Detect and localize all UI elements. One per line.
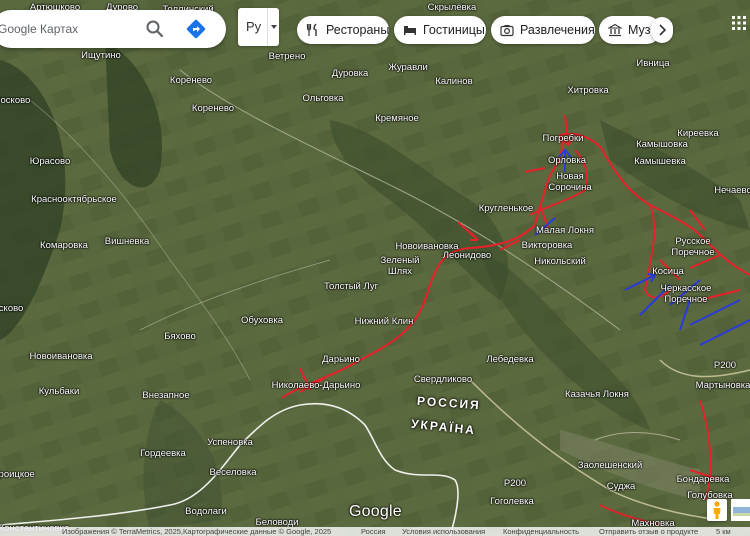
bed-icon	[404, 26, 416, 35]
place-label[interactable]: Сосково	[0, 303, 23, 314]
place-label[interactable]: Викторовка	[522, 240, 573, 251]
place-label[interactable]: Малая Локня	[536, 225, 594, 236]
place-label[interactable]: Водолаги	[185, 506, 227, 517]
fork-knife-icon	[306, 23, 317, 36]
place-label[interactable]: Камышевка	[634, 156, 686, 167]
place-label[interactable]: Погребки	[543, 133, 584, 144]
place-label[interactable]: Веселовка	[210, 467, 257, 478]
place-label[interactable]: Сосково	[0, 95, 30, 106]
pegman-button[interactable]	[707, 499, 727, 521]
place-label[interactable]: Бондаревка	[677, 474, 730, 485]
place-label[interactable]: Дуровка	[332, 68, 369, 79]
place-label[interactable]: Новая Сорочина	[548, 171, 591, 193]
footer-link-feedback[interactable]: Отправить отзыв о продукте	[599, 527, 698, 536]
chips-next-button[interactable]	[651, 17, 673, 43]
chip-entertainment[interactable]: Развлечения	[491, 16, 595, 44]
place-label[interactable]: Кремяное	[375, 113, 419, 124]
search-box[interactable]: Google Картах	[0, 10, 226, 48]
place-label[interactable]: Комаровка	[40, 240, 88, 251]
place-label[interactable]: Ветрено	[269, 51, 306, 62]
camera-icon	[500, 25, 514, 37]
apps-grid-icon[interactable]	[732, 16, 746, 30]
place-label[interactable]: Леонидово	[443, 250, 491, 261]
footer-bar: Изображения © TerraMetrics, 2025,Картогр…	[0, 527, 750, 536]
place-label[interactable]: Краснооктябрьское	[31, 194, 117, 205]
place-label[interactable]: Дарьино	[322, 354, 360, 365]
place-label[interactable]: Новоивановка	[29, 351, 92, 362]
place-label[interactable]: Кульбаки	[39, 386, 80, 397]
place-label[interactable]: Русское Поречное	[671, 236, 714, 258]
chip-label: Гостиницы	[423, 23, 485, 37]
search-icon[interactable]	[145, 19, 165, 39]
place-label[interactable]: Зеленый Шлях	[381, 255, 420, 277]
place-label[interactable]: Лебедевка	[486, 354, 533, 365]
place-label[interactable]: Орловка	[548, 155, 586, 166]
chip-restaurants[interactable]: Рестораны	[297, 16, 389, 44]
place-label[interactable]: Успеновка	[207, 437, 253, 448]
language-label: Ру	[246, 19, 262, 34]
place-label[interactable]: Юрасово	[30, 156, 71, 167]
place-label[interactable]: Троицкое	[0, 469, 35, 480]
place-label[interactable]: Никольский	[534, 256, 586, 267]
place-label[interactable]: Заолешенский	[578, 460, 643, 471]
place-label[interactable]: Гордеевка	[140, 448, 186, 459]
place-label[interactable]: Гоголевка	[490, 496, 534, 507]
place-label[interactable]: Казачья Локня	[565, 389, 629, 400]
place-label[interactable]: Нечаево	[714, 185, 750, 196]
place-label[interactable]: Толстый Луг	[324, 281, 378, 292]
footer-link-terms[interactable]: Условия использования	[402, 527, 485, 536]
place-label[interactable]: Черкасское Поречное	[661, 283, 712, 305]
pegman-icon	[713, 501, 721, 519]
place-label[interactable]: Суджа	[607, 481, 635, 492]
footer-link-country[interactable]: Россия	[361, 527, 386, 536]
place-label[interactable]: Косица	[652, 266, 684, 277]
place-label[interactable]: Кругленькое	[479, 203, 534, 214]
satellite-map[interactable]	[0, 0, 750, 536]
place-label[interactable]: Скрылёвка	[428, 2, 477, 13]
chip-hotels[interactable]: Гостиницы	[394, 16, 486, 44]
place-label[interactable]: Калинов	[435, 76, 472, 87]
place-label[interactable]: Журавли	[388, 62, 428, 73]
place-label[interactable]: Обуховка	[241, 315, 283, 326]
place-label[interactable]: Свердликово	[414, 374, 472, 385]
place-label[interactable]: Камышовка	[636, 139, 688, 150]
place-label[interactable]: Бяхово	[164, 331, 196, 342]
map-thumbnail-button[interactable]	[731, 499, 750, 521]
place-label[interactable]: Ивница	[636, 58, 669, 69]
place-label[interactable]: Ищутино	[81, 50, 121, 61]
footer-link-privacy[interactable]: Конфиденциальность	[503, 527, 579, 536]
chip-label: Рестораны	[326, 23, 389, 37]
place-label[interactable]: Ольговка	[302, 93, 343, 104]
scale-label: 5 км	[716, 527, 731, 536]
chip-label: Развлечения	[520, 23, 595, 37]
language-layer-button[interactable]: Ру	[238, 8, 279, 46]
directions-icon[interactable]	[185, 18, 207, 40]
place-label[interactable]: Коренево	[192, 103, 234, 114]
place-label[interactable]: Р200	[504, 478, 526, 489]
place-label[interactable]: Мартыновка	[696, 380, 750, 391]
place-label[interactable]: Нижний Клин	[355, 316, 414, 327]
place-label[interactable]: Внезапное	[142, 390, 189, 401]
chevron-down-icon[interactable]	[267, 8, 280, 46]
place-label[interactable]: Р200	[714, 360, 736, 371]
search-input[interactable]: Google Картах	[0, 22, 78, 36]
place-label[interactable]: Киреевка	[677, 128, 718, 139]
museum-icon	[608, 23, 622, 37]
layers-icon	[733, 507, 750, 516]
google-logo: Google	[349, 503, 402, 520]
chevron-right-icon	[659, 24, 667, 36]
place-label[interactable]: Николаево-Дарьино	[272, 380, 361, 391]
place-label[interactable]: Коренево	[170, 75, 212, 86]
attribution-text: Изображения © TerraMetrics, 2025,Картогр…	[62, 527, 332, 536]
place-label[interactable]: Вишневка	[105, 236, 150, 247]
place-label[interactable]: Хитровка	[567, 85, 608, 96]
